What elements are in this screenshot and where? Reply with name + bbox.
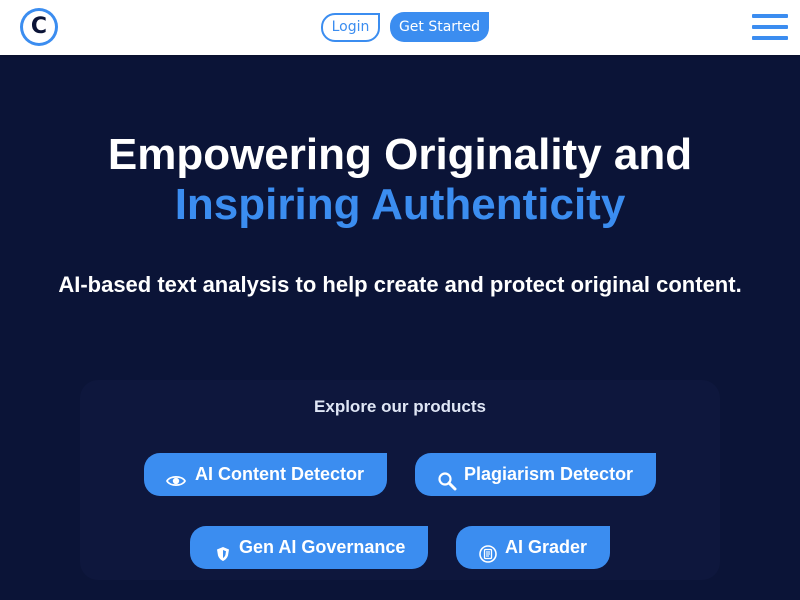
product-label: Gen AI Governance bbox=[239, 537, 406, 557]
login-button[interactable]: Login bbox=[321, 13, 380, 42]
get-started-button[interactable]: Get Started bbox=[390, 12, 489, 42]
menu-bar-middle bbox=[752, 25, 788, 29]
copyleaks-logo[interactable]: C bbox=[20, 8, 58, 46]
logo-ring: C bbox=[23, 11, 55, 43]
eye-icon bbox=[165, 464, 187, 487]
ai-grader-button[interactable]: AI Grader bbox=[456, 526, 610, 569]
products-heading: Explore our products bbox=[314, 397, 486, 416]
ai-content-detector-button[interactable]: AI Content Detector bbox=[144, 453, 387, 496]
menu-bar-top bbox=[752, 14, 788, 18]
hamburger-menu-icon[interactable] bbox=[752, 14, 788, 40]
document-icon bbox=[478, 537, 498, 563]
plagiarism-detector-button[interactable]: Plagiarism Detector bbox=[415, 453, 656, 496]
menu-bar-bottom bbox=[752, 36, 788, 40]
hero-title-line2: Inspiring Authenticity bbox=[174, 180, 626, 229]
magnifier-icon bbox=[437, 464, 457, 491]
logo-letter: C bbox=[30, 14, 48, 39]
gen-ai-governance-button[interactable]: Gen AI Governance bbox=[190, 526, 428, 569]
shield-icon bbox=[213, 537, 233, 561]
product-label: Plagiarism Detector bbox=[464, 464, 634, 484]
product-label: AI Grader bbox=[505, 537, 588, 557]
hero-title: Empowering Originality and Inspiring Aut… bbox=[0, 130, 800, 230]
hero-subtitle: AI-based text analysis to help create an… bbox=[58, 272, 742, 297]
hero-title-line1: Empowering Originality and bbox=[107, 130, 693, 179]
product-label: AI Content Detector bbox=[195, 464, 365, 484]
top-navbar: C Login Get Started bbox=[0, 0, 800, 55]
